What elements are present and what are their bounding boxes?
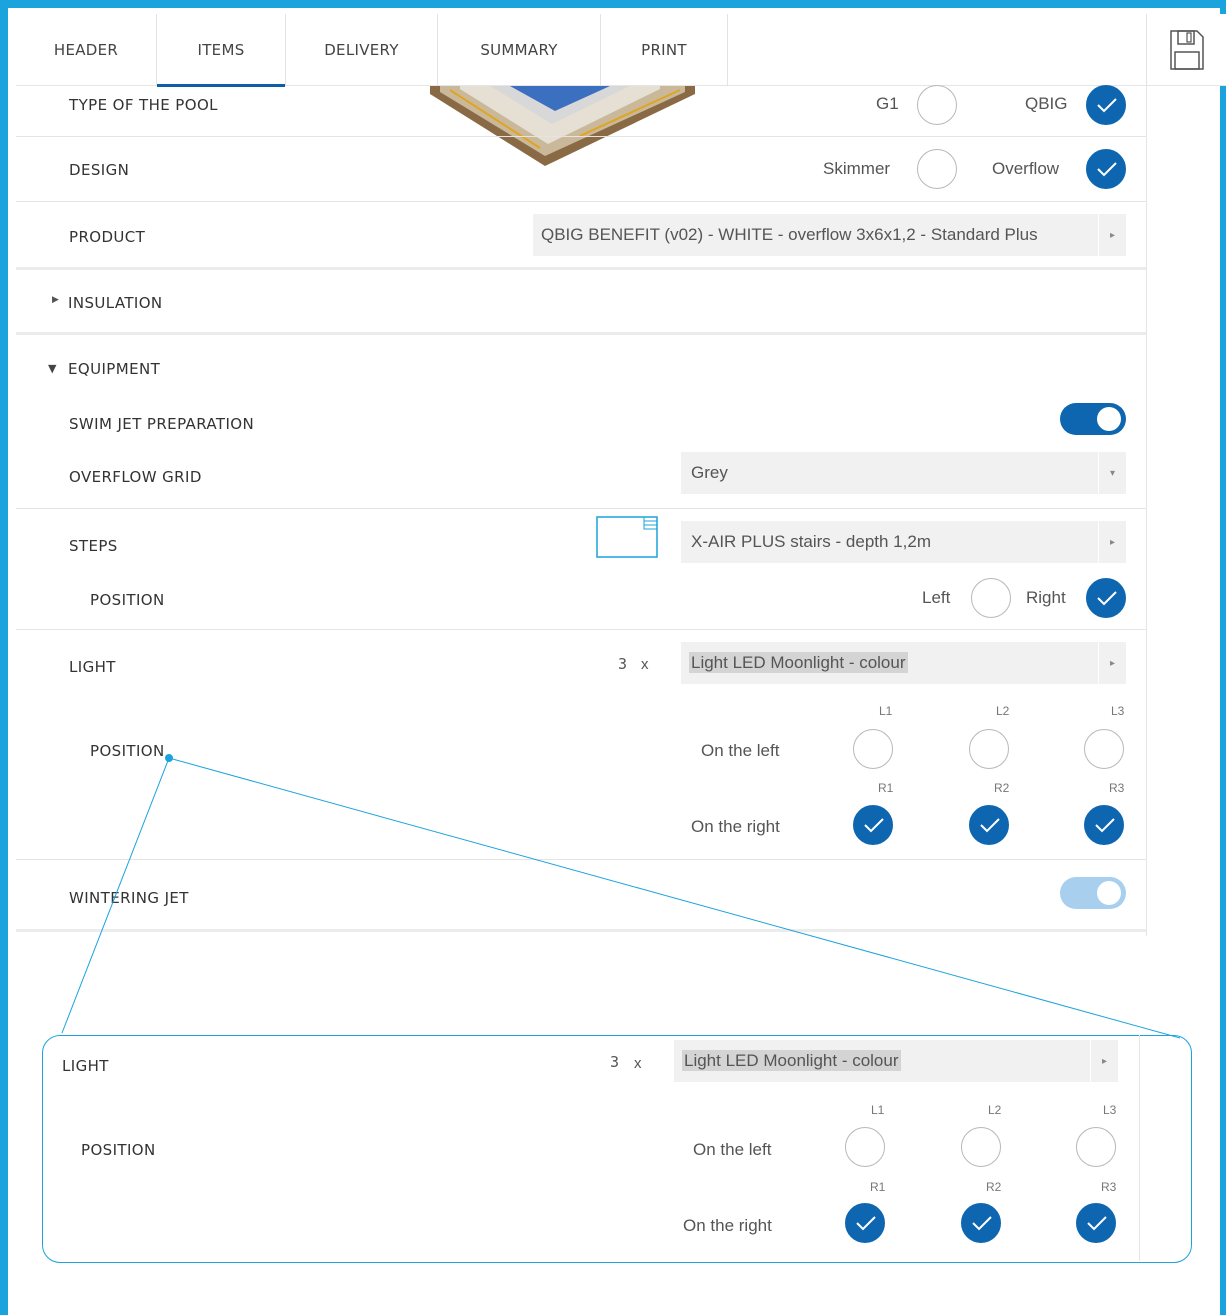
zoom-light-select[interactable]: Light LED Moonlight - colour ▸ — [674, 1040, 1118, 1082]
zoom-light-value: Light LED Moonlight - colour — [682, 1050, 901, 1071]
zoom-light-qty: 3 — [610, 1053, 620, 1071]
zoom-position-label: POSITION — [81, 1141, 156, 1159]
zoom-slot-r2-label: R2 — [986, 1180, 1002, 1194]
zoom-slot-r3-label: R3 — [1101, 1180, 1117, 1194]
zoom-slot-l1-label: L1 — [871, 1103, 885, 1117]
zoom-on-the-left-label: On the left — [693, 1140, 772, 1159]
zoom-radio-r1[interactable] — [845, 1203, 885, 1243]
zoom-light-times: x — [634, 1055, 642, 1072]
zoom-slot-l2-label: L2 — [988, 1103, 1002, 1117]
checkmark-icon — [972, 1216, 992, 1231]
checkmark-icon — [856, 1216, 876, 1231]
column-divider — [1139, 1035, 1140, 1261]
zoom-slot-r1-label: R1 — [870, 1180, 886, 1194]
zoom-on-the-right-label: On the right — [683, 1216, 772, 1235]
zoom-radio-l1[interactable] — [845, 1127, 885, 1167]
zoom-radio-l3[interactable] — [1076, 1127, 1116, 1167]
zoom-light-label: LIGHT — [62, 1057, 109, 1075]
zoom-radio-r2[interactable] — [961, 1203, 1001, 1243]
zoom-radio-l2[interactable] — [961, 1127, 1001, 1167]
chevron-right-icon: ▸ — [1090, 1040, 1118, 1082]
checkmark-icon — [1087, 1216, 1107, 1231]
zoom-radio-r3[interactable] — [1076, 1203, 1116, 1243]
zoom-slot-l3-label: L3 — [1103, 1103, 1117, 1117]
